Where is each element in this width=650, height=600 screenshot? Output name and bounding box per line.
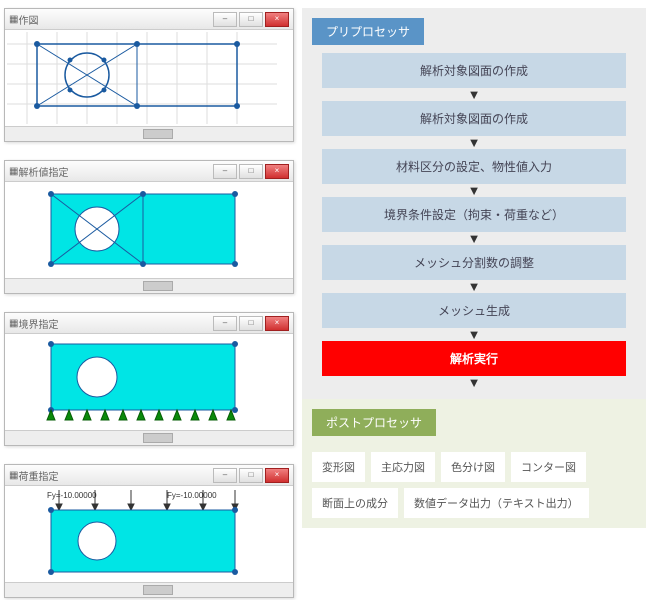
scrollbar[interactable] (5, 582, 293, 597)
close-button[interactable]: × (265, 12, 289, 27)
canvas: Fy=-10.00000 Fy=-10.00000 (5, 486, 293, 582)
titlebar[interactable]: ▦ 作図 – □ × (5, 9, 293, 30)
win-title: 荷重指定 (18, 468, 58, 483)
titlebar[interactable]: ▦ 境界指定 – □ × (5, 313, 293, 334)
maximize-button[interactable]: □ (239, 12, 263, 27)
minimize-button[interactable]: – (213, 164, 237, 179)
close-button[interactable]: × (265, 164, 289, 179)
window-load: ▦ 荷重指定 – □ × Fy=-10.00000 Fy=-10.00000 (4, 464, 294, 598)
post-item: 数値データ出力（テキスト出力） (404, 488, 589, 518)
load-label-left: Fy=-10.00000 (47, 491, 97, 500)
minimize-button[interactable]: – (213, 468, 237, 483)
scrollbar[interactable] (5, 430, 293, 445)
window-boundary: ▦ 境界指定 – □ × (4, 312, 294, 446)
win-title: 作図 (18, 12, 38, 27)
flow-step: 境界条件設定（拘束・荷重など） (322, 197, 626, 232)
flowchart-column: プリプロセッサ 解析対象図面の作成 ▼ 解析対象図面の作成 ▼ 材料区分の設定、… (298, 0, 650, 600)
preprocessor-tag: プリプロセッサ (312, 18, 424, 45)
arrow-down-icon: ▼ (312, 376, 636, 389)
minimize-button[interactable]: – (213, 316, 237, 331)
post-item: コンター図 (511, 452, 586, 482)
close-button[interactable]: × (265, 468, 289, 483)
titlebar[interactable]: ▦ 解析値指定 – □ × (5, 161, 293, 182)
post-item: 主応力図 (371, 452, 435, 482)
post-item: 色分け図 (441, 452, 505, 482)
flow-step: メッシュ分割数の調整 (322, 245, 626, 280)
screenshot-column: ▦ 作図 – □ × ▦ 解析値指定 – □ × ▦ 境界指定 – □ × ▦ … (0, 0, 298, 600)
canvas (5, 334, 293, 430)
maximize-button[interactable]: □ (239, 316, 263, 331)
scrollbar[interactable] (5, 126, 293, 141)
canvas (5, 30, 293, 126)
arrow-down-icon: ▼ (312, 136, 636, 149)
win-icon: ▦ (9, 318, 18, 329)
maximize-button[interactable]: □ (239, 468, 263, 483)
flow-step: メッシュ生成 (322, 293, 626, 328)
close-button[interactable]: × (265, 316, 289, 331)
win-title: 解析値指定 (18, 164, 68, 179)
arrow-down-icon: ▼ (312, 280, 636, 293)
canvas (5, 182, 293, 278)
post-item: 断面上の成分 (312, 488, 398, 518)
minimize-button[interactable]: – (213, 12, 237, 27)
postprocessor-block: ポストプロセッサ 変形図 主応力図 色分け図 コンター図 断面上の成分 数値デー… (302, 399, 646, 528)
load-label-right: Fy=-10.00000 (167, 491, 217, 500)
post-item: 変形図 (312, 452, 365, 482)
maximize-button[interactable]: □ (239, 164, 263, 179)
window-drawing: ▦ 作図 – □ × (4, 8, 294, 142)
arrow-down-icon: ▼ (312, 232, 636, 245)
win-icon: ▦ (9, 470, 18, 481)
titlebar[interactable]: ▦ 荷重指定 – □ × (5, 465, 293, 486)
win-icon: ▦ (9, 14, 18, 25)
postprocessor-tag: ポストプロセッサ (312, 409, 436, 436)
window-analysis-values: ▦ 解析値指定 – □ × (4, 160, 294, 294)
win-title: 境界指定 (18, 316, 58, 331)
scrollbar[interactable] (5, 278, 293, 293)
flow-step: 解析対象図面の作成 (322, 53, 626, 88)
arrow-down-icon: ▼ (312, 88, 636, 101)
win-icon: ▦ (9, 166, 18, 177)
flow-step: 材料区分の設定、物性値入力 (322, 149, 626, 184)
preprocessor-block: プリプロセッサ 解析対象図面の作成 ▼ 解析対象図面の作成 ▼ 材料区分の設定、… (302, 8, 646, 399)
flow-run: 解析実行 (322, 341, 626, 376)
arrow-down-icon: ▼ (312, 184, 636, 197)
flow-step: 解析対象図面の作成 (322, 101, 626, 136)
arrow-down-icon: ▼ (312, 328, 636, 341)
